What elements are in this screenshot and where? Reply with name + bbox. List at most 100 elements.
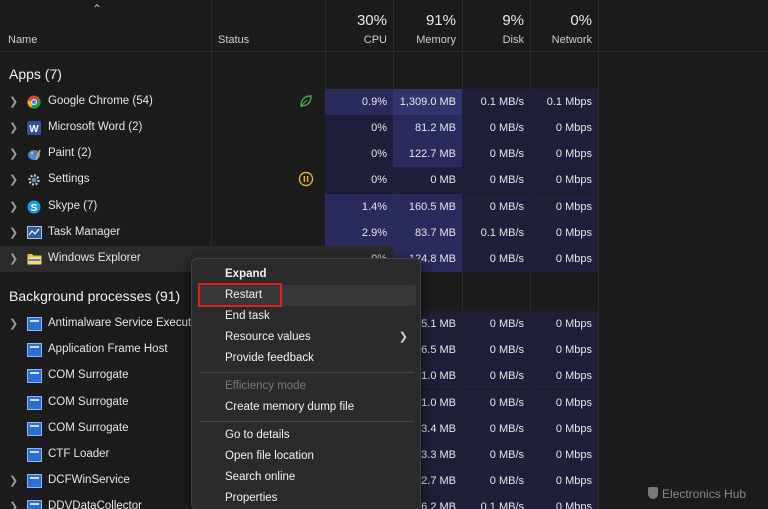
process-name: Microsoft Word (2) — [48, 121, 143, 133]
network-cell: 0 Mbps — [530, 141, 598, 167]
menu-separator — [200, 421, 414, 422]
memory-cell: 81.2 MB — [393, 115, 462, 141]
watermark: Electronics Hub — [648, 487, 746, 501]
app-window-icon — [27, 343, 42, 357]
disk-cell: 0 MB/s — [462, 468, 530, 494]
settings-gear-icon — [27, 173, 42, 187]
process-name: Paint (2) — [48, 147, 92, 159]
disk-cell: 0 MB/s — [462, 416, 530, 442]
network-cell: 0 Mbps — [530, 468, 598, 494]
chevron-right-icon[interactable]: ❯ — [9, 252, 18, 265]
disk-cell: 0 MB/s — [462, 363, 530, 389]
column-header-bar: ⌃ Name Status 30% CPU 91% Memory 9% Disk… — [0, 0, 768, 52]
table-row[interactable]: ❯ Paint (2) 0% 122.7 MB 0 MB/s 0 Mbps — [0, 141, 598, 167]
menu-item-go-to-details[interactable]: Go to details — [200, 425, 416, 446]
menu-item-properties[interactable]: Properties — [200, 488, 416, 509]
disk-cell: 0 MB/s — [462, 141, 530, 167]
cpu-percent: 30% — [356, 12, 387, 29]
disk-cell: 0 MB/s — [462, 311, 530, 337]
table-row[interactable]: ❯ Task Manager 2.9% 83.7 MB 0.1 MB/s 0 M… — [0, 220, 598, 246]
disk-cell: 0 MB/s — [462, 167, 530, 193]
disk-cell: 0 MB/s — [462, 194, 530, 220]
disk-cell: 0 MB/s — [462, 390, 530, 416]
app-window-icon — [27, 448, 42, 462]
process-name: Application Frame Host — [48, 343, 168, 355]
network-cell: 0 Mbps — [530, 194, 598, 220]
cpu-cell: 0.9% — [325, 89, 393, 115]
disk-cell: 0 MB/s — [462, 115, 530, 141]
process-name: Settings — [48, 173, 90, 185]
column-divider — [598, 0, 599, 509]
column-name-header[interactable]: Name — [8, 34, 37, 46]
network-cell: 0 Mbps — [530, 416, 598, 442]
menu-item-resource-values[interactable]: Resource values ❯ — [200, 327, 416, 348]
memory-cell: 83.7 MB — [393, 220, 462, 246]
menu-item-expand[interactable]: Expand — [200, 264, 416, 285]
word-icon: W — [27, 121, 42, 135]
process-name: COM Surrogate — [48, 422, 129, 434]
process-name: DDVDataCollector — [48, 500, 142, 509]
cpu-cell: 2.9% — [325, 220, 393, 246]
app-window-icon — [27, 317, 42, 331]
chevron-right-icon[interactable]: ❯ — [9, 200, 18, 213]
sort-ascending-icon[interactable]: ⌃ — [92, 2, 102, 16]
network-label: Network — [551, 34, 592, 46]
table-row[interactable]: ❯ W Microsoft Word (2) 0% 81.2 MB 0 MB/s… — [0, 115, 598, 141]
column-network-header[interactable]: 0% Network — [530, 0, 598, 52]
menu-item-open-file-location[interactable]: Open file location — [200, 446, 416, 467]
table-row[interactable]: ❯ Google Chrome (54) 0.9% 1,309.0 MB 0.1… — [0, 89, 598, 115]
menu-item-efficiency-mode: Efficiency mode — [225, 380, 306, 392]
memory-label: Memory — [416, 34, 456, 46]
table-row[interactable]: ❯ Settings 0% 0 MB 0 MB/s 0 Mbps — [0, 167, 598, 193]
chevron-right-icon[interactable]: ❯ — [9, 121, 18, 134]
cpu-cell: 0% — [325, 115, 393, 141]
task-manager-icon — [27, 226, 42, 240]
disk-cell: 0 MB/s — [462, 246, 530, 272]
memory-cell: 122.7 MB — [393, 141, 462, 167]
chevron-right-icon[interactable]: ❯ — [9, 226, 18, 239]
chevron-right-icon[interactable]: ❯ — [9, 147, 18, 160]
process-name: Google Chrome (54) — [48, 95, 153, 107]
cpu-cell: 0% — [325, 167, 393, 193]
memory-cell: 0 MB — [393, 167, 462, 193]
app-window-icon — [27, 474, 42, 488]
chevron-right-icon[interactable]: ❯ — [9, 474, 18, 487]
disk-percent: 9% — [502, 12, 524, 29]
chevron-right-icon[interactable]: ❯ — [9, 317, 18, 330]
network-cell: 0 Mbps — [530, 390, 598, 416]
network-cell: 0.1 Mbps — [530, 89, 598, 115]
cpu-cell: 1.4% — [325, 194, 393, 220]
highlight-annotation-box — [198, 283, 282, 307]
process-name: Task Manager — [48, 226, 121, 238]
network-cell: 0 Mbps — [530, 167, 598, 193]
paint-icon — [27, 147, 42, 161]
network-cell: 0 Mbps — [530, 494, 598, 509]
menu-item-end-task[interactable]: End task — [200, 306, 416, 327]
column-memory-header[interactable]: 91% Memory — [393, 0, 462, 52]
disk-cell: 0.1 MB/s — [462, 89, 530, 115]
background-group-title: Background processes (91) — [9, 288, 181, 304]
column-cpu-header[interactable]: 30% CPU — [325, 0, 393, 52]
efficiency-leaf-icon — [298, 93, 314, 109]
network-percent: 0% — [570, 12, 592, 29]
menu-item-label: Resource values — [225, 331, 311, 343]
apps-group-title: Apps (7) — [9, 66, 62, 82]
menu-item-provide-feedback[interactable]: Provide feedback — [200, 348, 416, 369]
network-cell: 0 Mbps — [530, 311, 598, 337]
network-cell: 0 Mbps — [530, 220, 598, 246]
network-cell: 0 Mbps — [530, 363, 598, 389]
chevron-right-icon[interactable]: ❯ — [9, 173, 18, 186]
menu-item-search-online[interactable]: Search online — [200, 467, 416, 488]
memory-cell: 1,309.0 MB — [393, 89, 462, 115]
cpu-label: CPU — [363, 34, 387, 46]
svg-text:S: S — [31, 203, 38, 214]
chevron-right-icon[interactable]: ❯ — [9, 95, 18, 108]
process-name: COM Surrogate — [48, 396, 129, 408]
network-cell: 0 Mbps — [530, 442, 598, 468]
memory-percent: 91% — [425, 12, 456, 29]
column-status-header[interactable]: Status — [218, 34, 249, 46]
chevron-right-icon[interactable]: ❯ — [9, 500, 18, 509]
menu-item-create-dump[interactable]: Create memory dump file — [200, 397, 416, 418]
table-row[interactable]: ❯ S Skype (7) 1.4% 160.5 MB 0 MB/s 0 Mbp… — [0, 194, 598, 220]
column-disk-header[interactable]: 9% Disk — [462, 0, 530, 52]
